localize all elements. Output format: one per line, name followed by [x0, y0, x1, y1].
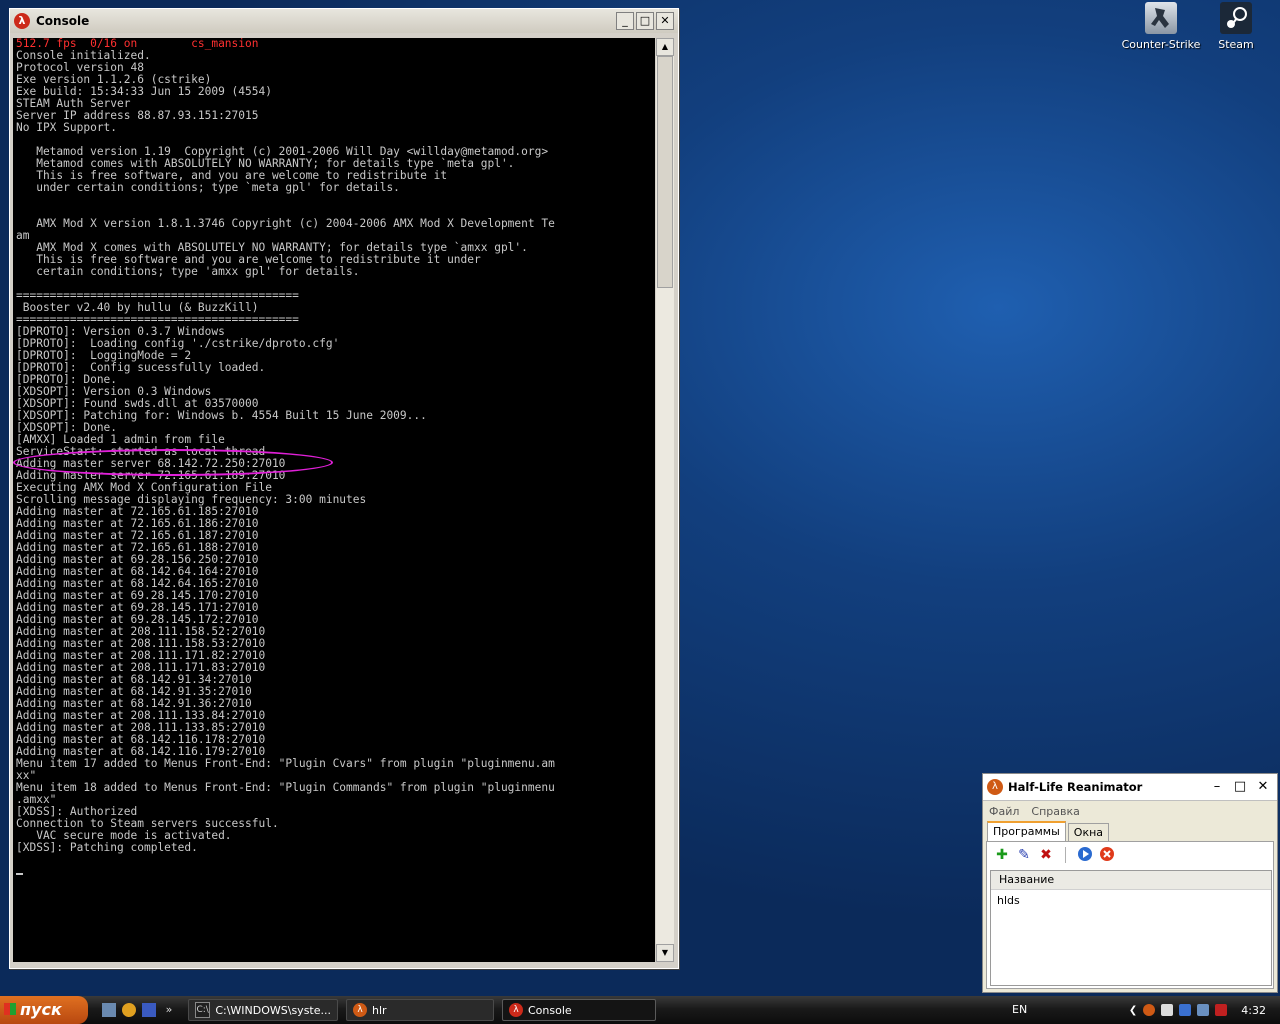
scrollbar-thumb[interactable]	[657, 56, 673, 288]
window-title: Half-Life Reanimator	[1008, 780, 1143, 794]
start-label: пуск	[20, 1000, 62, 1019]
task-label: C:\WINDOWS\syste...	[215, 1003, 331, 1017]
task-label: Console	[528, 1003, 572, 1017]
hlr-titlebar[interactable]: λ Half-Life Reanimator – □ ✕	[983, 774, 1277, 801]
task-console[interactable]: λ Console	[502, 999, 656, 1021]
console-window: λ Console _ □ ✕ 512.7 fps 0/16 on cs_man…	[9, 8, 679, 969]
edit-icon[interactable]: ✎	[1015, 846, 1033, 864]
desktop-icon-label: Counter-Strike	[1121, 38, 1201, 51]
console-line: Menu item 18 added to Menus Front-End: "…	[16, 781, 555, 794]
save-icon[interactable]	[142, 1003, 156, 1017]
hlr-window: λ Half-Life Reanimator – □ ✕ Файл Справк…	[982, 773, 1278, 993]
task-label: hlr	[372, 1003, 387, 1017]
console-line: No IPX Support.	[16, 121, 118, 134]
delete-icon[interactable]: ✖	[1037, 846, 1055, 864]
half-life-icon: λ	[353, 1003, 367, 1017]
desktop-icon[interactable]	[102, 1003, 116, 1017]
list-item[interactable]: hlds	[991, 890, 1271, 911]
taskbar: пуск » C:\ C:\WINDOWS\syste... λ hlr λ C…	[0, 996, 1280, 1024]
console-line: AMX Mod X version 1.8.1.3746 Copyright (…	[36, 217, 555, 230]
window-title: Console	[36, 14, 90, 28]
console-line: certain conditions; type 'amxx gpl' for …	[36, 265, 360, 278]
menu-bar: Файл Справка	[983, 801, 1277, 821]
system-tray: ❮ 4:32	[1129, 996, 1280, 1024]
task-cmd[interactable]: C:\ C:\WINDOWS\syste...	[188, 999, 338, 1021]
scroll-up-arrow-icon[interactable]: ▲	[656, 38, 674, 56]
clock[interactable]: 4:32	[1241, 1004, 1266, 1017]
half-life-icon: λ	[14, 13, 30, 29]
minimize-button[interactable]: _	[616, 12, 634, 30]
more-chevron-icon[interactable]: »	[162, 1003, 176, 1017]
scroll-down-arrow-icon[interactable]: ▼	[656, 944, 674, 962]
security-tray-icon[interactable]	[1215, 1004, 1228, 1016]
programs-list[interactable]: Название hlds	[990, 870, 1272, 986]
stop-icon[interactable]	[1098, 846, 1116, 864]
console-line: under certain conditions; type `meta gpl…	[36, 181, 400, 194]
console-line: Menu item 17 added to Menus Front-End: "…	[16, 757, 555, 770]
play-icon[interactable]	[1076, 846, 1094, 864]
menu-file[interactable]: Файл	[989, 805, 1019, 818]
console-titlebar[interactable]: λ Console _ □ ✕	[10, 9, 678, 33]
counter-strike-icon	[1145, 2, 1177, 34]
tab-programs[interactable]: Программы	[987, 821, 1066, 841]
console-line: [XDSS]: Patching completed.	[16, 841, 198, 854]
programs-panel: ✚ ✎ ✖ Название hlds	[986, 841, 1274, 989]
vertical-scrollbar[interactable]: ▲ ▼	[656, 38, 674, 962]
console-output[interactable]: 512.7 fps 0/16 on cs_mansion Console ini…	[13, 38, 655, 962]
half-life-icon: λ	[509, 1003, 523, 1017]
text-cursor	[16, 873, 23, 875]
start-button[interactable]: пуск	[0, 996, 88, 1024]
windows-flag-icon	[4, 1003, 16, 1015]
desktop-icon-label: Steam	[1218, 38, 1254, 51]
tray-expand-icon[interactable]: ❮	[1129, 1005, 1137, 1016]
maximize-button[interactable]: □	[1230, 778, 1250, 796]
task-hlr[interactable]: λ hlr	[346, 999, 494, 1021]
half-life-tray-icon[interactable]	[1143, 1004, 1156, 1016]
close-button[interactable]: ✕	[656, 12, 674, 30]
close-button[interactable]: ✕	[1253, 778, 1273, 796]
tab-windows[interactable]: Окна	[1067, 823, 1110, 841]
volume-tray-icon[interactable]	[1197, 1004, 1210, 1016]
toolbar-separator	[1065, 847, 1066, 863]
browser-icon[interactable]	[122, 1003, 136, 1017]
steam-icon	[1220, 2, 1252, 34]
network-tray-icon[interactable]	[1179, 1004, 1192, 1016]
desktop-icon-counter-strike[interactable]: Counter-Strike	[1121, 2, 1201, 51]
steam-tray-icon[interactable]	[1161, 1004, 1174, 1016]
menu-help[interactable]: Справка	[1031, 805, 1079, 818]
desktop-icon-steam[interactable]: Steam	[1196, 2, 1276, 51]
tab-bar: Программы Окна	[983, 821, 1277, 841]
add-icon[interactable]: ✚	[993, 846, 1011, 864]
list-header-name[interactable]: Название	[991, 871, 1271, 890]
quick-launch: »	[102, 1003, 176, 1017]
toolbar: ✚ ✎ ✖	[987, 842, 1273, 868]
maximize-button[interactable]: □	[636, 12, 654, 30]
half-life-icon: λ	[987, 779, 1003, 795]
language-indicator[interactable]: EN	[1012, 996, 1027, 1024]
minimize-button[interactable]: –	[1207, 778, 1227, 796]
highlight-annotation	[13, 449, 333, 476]
cmd-icon: C:\	[195, 1002, 211, 1018]
